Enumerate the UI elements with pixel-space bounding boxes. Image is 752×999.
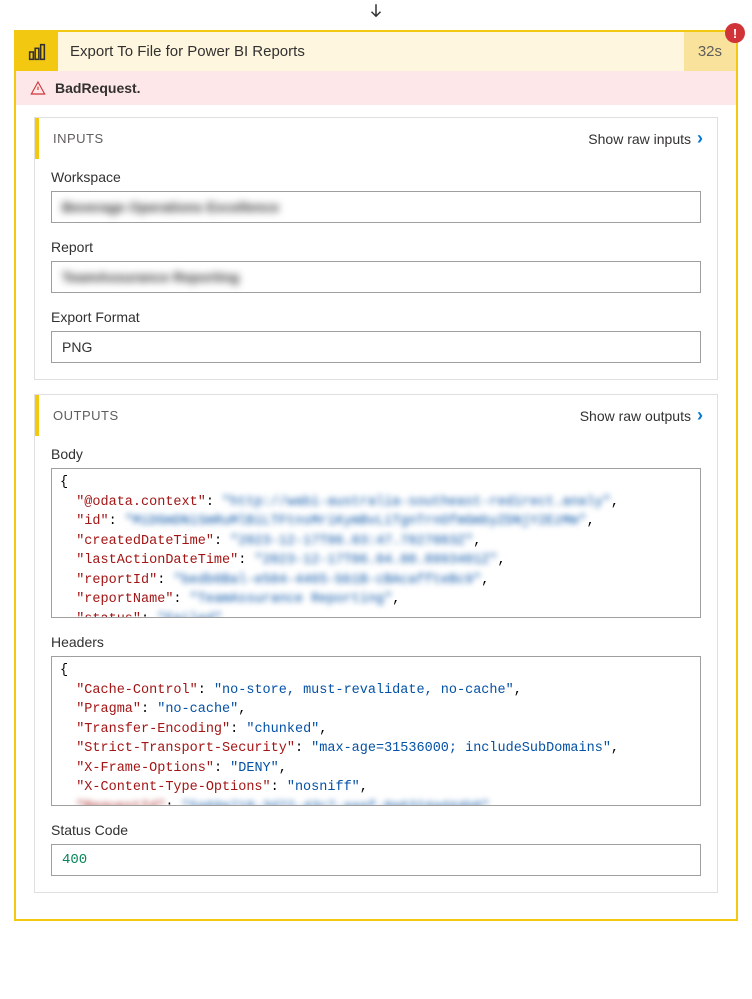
export-format-value[interactable]: PNG (51, 331, 701, 363)
show-raw-outputs-link[interactable]: Show raw outputs › (580, 405, 703, 426)
headers-json-box[interactable]: { "Cache-Control": "no-store, must-reval… (51, 656, 701, 806)
status-code-label: Status Code (51, 822, 701, 838)
headers-label: Headers (51, 634, 701, 650)
outputs-title: OUTPUTS (53, 408, 119, 423)
workspace-value[interactable]: Beverage Operations Excellence (51, 191, 701, 223)
error-bar: BadRequest. (16, 71, 736, 105)
warning-icon (30, 80, 46, 96)
error-badge-icon: ! (725, 23, 745, 43)
error-message: BadRequest. (55, 80, 141, 96)
show-raw-inputs-link[interactable]: Show raw inputs › (588, 128, 703, 149)
chevron-right-icon: › (697, 405, 703, 426)
workspace-label: Workspace (51, 169, 701, 185)
powerbi-icon (16, 32, 58, 71)
chevron-right-icon: › (697, 128, 703, 149)
outputs-section: OUTPUTS Show raw outputs › Body { "@odat… (34, 394, 718, 893)
inputs-section: INPUTS Show raw inputs › Workspace Bever… (34, 117, 718, 380)
body-label: Body (51, 446, 701, 462)
action-card: ! Export To File for Power BI Reports 32… (14, 30, 738, 921)
status-code-value[interactable]: 400 (51, 844, 701, 876)
flow-arrow-down-icon (0, 0, 752, 30)
report-label: Report (51, 239, 701, 255)
action-header[interactable]: Export To File for Power BI Reports 32s (16, 32, 736, 71)
export-format-label: Export Format (51, 309, 701, 325)
body-json-box[interactable]: { "@odata.context": "http://wabi-austral… (51, 468, 701, 618)
inputs-title: INPUTS (53, 131, 104, 146)
action-title: Export To File for Power BI Reports (58, 32, 684, 71)
report-value[interactable]: TeamAssurance Reporting (51, 261, 701, 293)
